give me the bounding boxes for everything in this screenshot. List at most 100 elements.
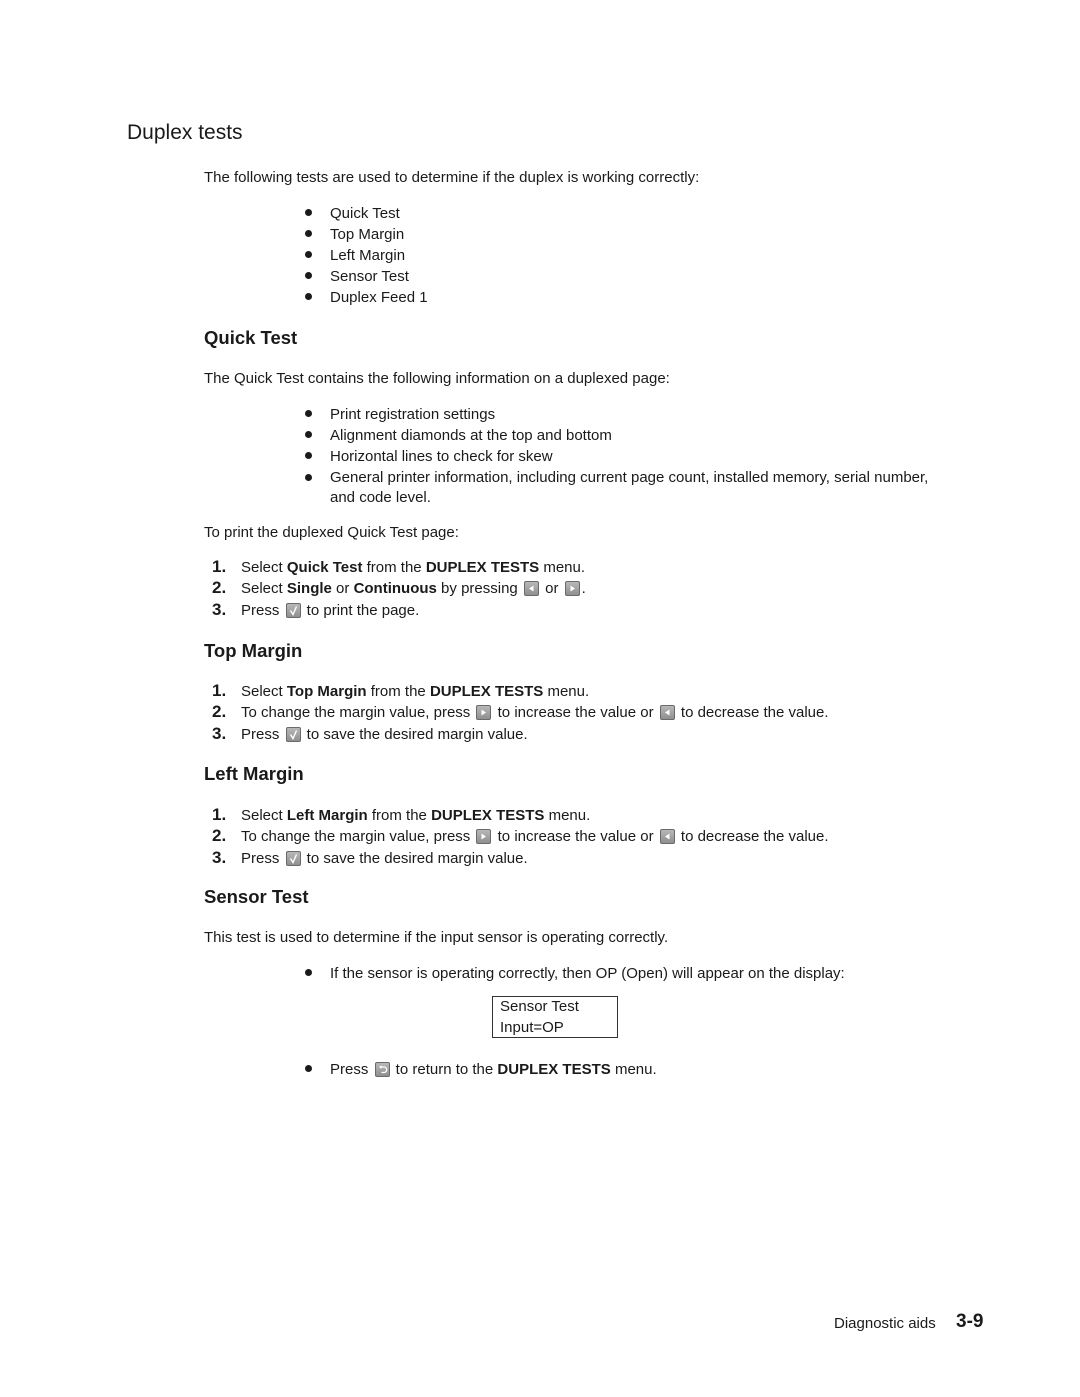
step: 2. To change the margin value, press to i… [212, 826, 829, 847]
step-number: 3. [212, 847, 227, 867]
top-margin-heading: Top Margin [204, 640, 303, 661]
step-text: from the [366, 683, 430, 700]
step-bold-text: Single [286, 580, 332, 598]
list-item-text: and code level. [330, 488, 431, 506]
quick-test-steps: 1. Select Quick Test from the DUPLEX TEST… [212, 557, 586, 621]
menu-name: DUPLEX TESTS [429, 683, 544, 700]
left-arrow-button-icon [659, 829, 675, 845]
select-check-button-icon [285, 726, 301, 742]
bullet-icon [305, 431, 312, 438]
step-number: 2. [212, 578, 227, 598]
sensor-test-intro: This test is used to determine if the in… [204, 929, 669, 946]
quick-test-items: Print registration settings Alignment di… [304, 404, 928, 507]
step-text: to save the desired margin value. [302, 725, 528, 743]
list-item-text: If the sensor is operating correctly, th… [330, 965, 845, 982]
bullet-icon [305, 251, 312, 258]
step-number: 3. [212, 723, 227, 743]
select-check-button-icon [285, 602, 301, 618]
step-number: 1. [212, 805, 227, 824]
page-title: Duplex tests [127, 121, 243, 144]
list-item-text: Press [330, 1061, 373, 1078]
step-text: menu. [543, 683, 590, 700]
list-item-text: Top Margin [330, 226, 405, 243]
list-item: Top Margin [304, 224, 428, 245]
list-item-text: to return to the [391, 1061, 498, 1078]
step-number: 2. [212, 702, 227, 722]
right-arrow-button-icon [476, 829, 492, 845]
left-margin-steps: 1. Select Left Margin from the DUPLEX TES… [212, 805, 829, 869]
step-text: Select [241, 807, 287, 824]
bullet-icon [305, 410, 312, 417]
step-text: to save the desired margin value. [302, 849, 528, 867]
display-line-2: Input=OP [500, 1018, 564, 1036]
list-item: Press to return to the DUPLEX TESTS menu… [304, 1059, 657, 1080]
list-item-text: General printer information, including c… [330, 469, 929, 486]
step-text: Select [241, 580, 287, 598]
step-text: Select [241, 559, 287, 576]
sensor-test-heading: Sensor Test [204, 886, 309, 907]
step-text: or [331, 580, 354, 598]
bullet-icon [305, 230, 312, 237]
list-item: Duplex Feed 1 [304, 287, 428, 308]
back-button-icon [374, 1062, 390, 1077]
display-line-1: Sensor Test [500, 998, 579, 1015]
menu-name: DUPLEX TESTS [431, 807, 545, 824]
step-text: . [581, 580, 586, 598]
step: 1. Select Top Margin from the DUPLEX TEST… [212, 681, 829, 702]
step: 1. Select Left Margin from the DUPLEX TES… [212, 805, 829, 826]
intro-text: The following tests are used to determin… [204, 169, 700, 186]
select-check-button-icon [285, 850, 301, 866]
step: 3. Press to print the page. [212, 600, 586, 621]
bullet-icon [305, 452, 312, 459]
step: 2. To change the margin value, press to i… [212, 702, 829, 723]
list-item-text: Alignment diamonds at the top and bottom [330, 427, 612, 444]
step-text: from the [367, 807, 432, 824]
menu-name: DUPLEX TESTS [425, 559, 540, 576]
step-text: to increase the value or [493, 704, 658, 722]
step-number: 1. [212, 681, 227, 700]
right-arrow-button-icon [476, 705, 492, 721]
step-text: menu. [539, 559, 586, 576]
step-bold-text: Continuous [353, 580, 437, 598]
left-arrow-button-icon [523, 581, 539, 597]
step-text: menu. [544, 807, 591, 824]
bullet-icon [305, 209, 312, 216]
bullet-icon [305, 1065, 312, 1072]
sensor-test-bullet-1: If the sensor is operating correctly, th… [304, 963, 845, 984]
list-item-text: Quick Test [330, 205, 400, 222]
menu-name: DUPLEX TESTS [497, 1061, 611, 1078]
step-text: Select [241, 683, 287, 700]
step: 1. Select Quick Test from the DUPLEX TEST… [212, 557, 586, 578]
step-bold-text: Quick Test [286, 559, 363, 576]
list-item: Quick Test [304, 203, 428, 224]
quick-test-intro: The Quick Test contains the following in… [204, 370, 670, 387]
sensor-test-bullet-2: Press to return to the DUPLEX TESTS menu… [304, 1059, 657, 1080]
list-item-text: Horizontal lines to check for skew [330, 448, 553, 465]
list-item-text: Left Margin [330, 247, 406, 264]
list-item-text: Print registration settings [330, 406, 496, 423]
operator-panel-display: Sensor Test Input=OP [492, 996, 618, 1038]
step-text: or [540, 580, 563, 598]
step-text: to increase the value or [493, 828, 658, 846]
footer-section-label: Diagnostic aids [834, 1315, 936, 1332]
step-bold-text: Top Margin [286, 683, 367, 700]
step-number: 3. [212, 599, 227, 619]
step-text: To change the margin value, press [241, 704, 475, 722]
page-number: 3-9 [956, 1311, 984, 1332]
left-arrow-button-icon [659, 705, 675, 721]
bullet-icon [305, 293, 312, 300]
step-text: by pressing [436, 580, 522, 598]
list-item: Alignment diamonds at the top and bottom [304, 425, 928, 446]
step: 2. Select Single or Continuous by pressin… [212, 578, 586, 599]
step-number: 1. [212, 557, 227, 576]
test-list: Quick Test Top Margin Left Margin Sensor… [304, 203, 428, 308]
step-text: Press [241, 601, 284, 619]
bullet-icon [305, 474, 312, 481]
step-bold-text: Left Margin [286, 807, 368, 824]
step-text: Press [241, 849, 284, 867]
right-arrow-button-icon [564, 581, 580, 597]
bullet-icon [305, 969, 312, 976]
list-item: Left Margin [304, 245, 428, 266]
quick-test-heading: Quick Test [204, 327, 298, 348]
step-text: Press [241, 725, 284, 743]
